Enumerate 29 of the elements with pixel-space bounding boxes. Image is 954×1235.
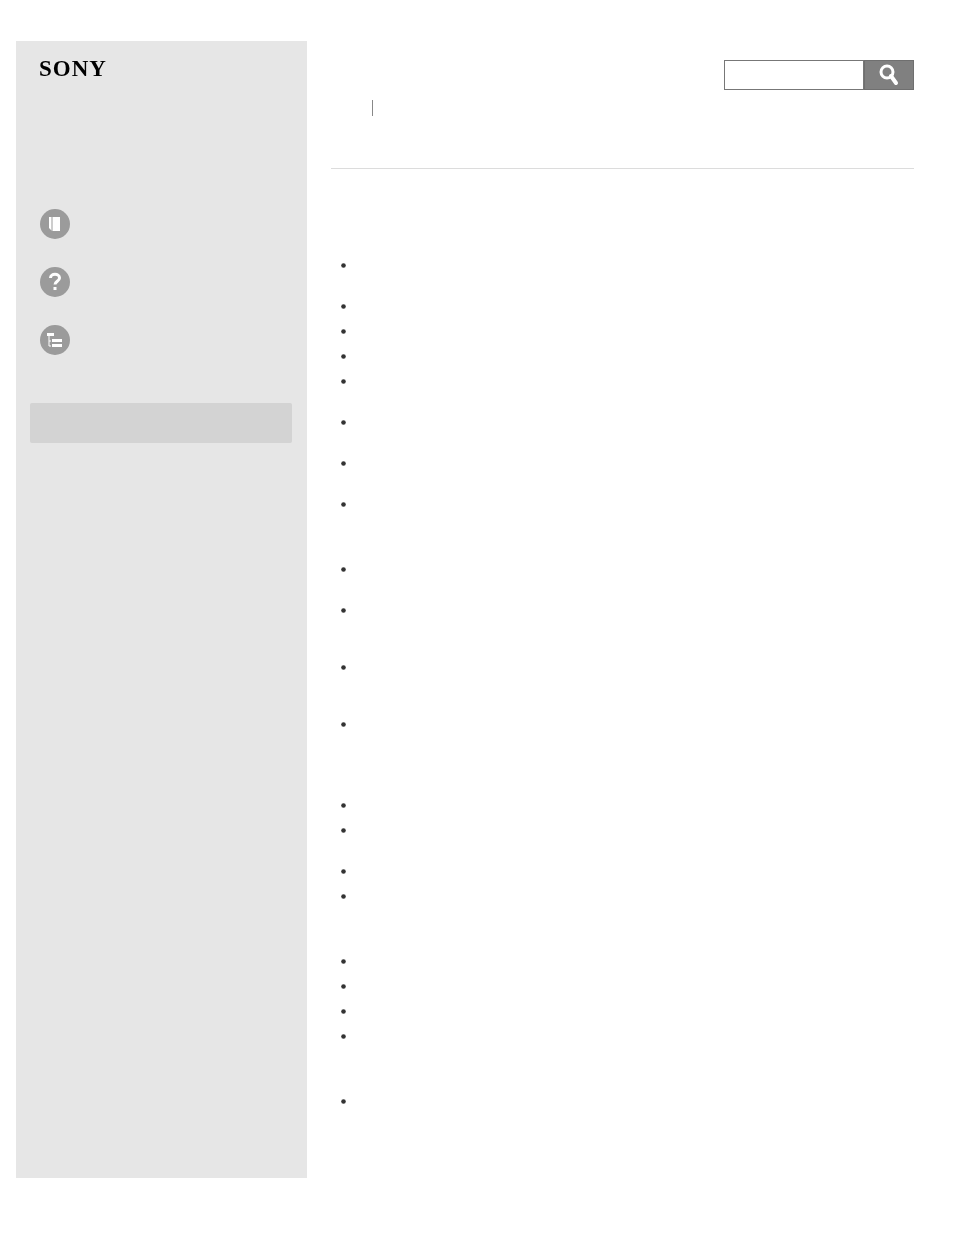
bullet-icon (341, 984, 346, 989)
bullet-icon (341, 329, 346, 334)
tree-icon[interactable] (40, 325, 70, 355)
search-button[interactable] (864, 60, 914, 90)
bullet-icon (341, 263, 346, 268)
search-field[interactable] (724, 60, 864, 90)
bullet-icon (341, 894, 346, 899)
bullet-icon (341, 869, 346, 874)
bullet-icon (341, 665, 346, 670)
bullet-icon (341, 803, 346, 808)
logo[interactable]: SONY (39, 57, 107, 81)
help-icon[interactable] (40, 267, 70, 297)
bullet-icon (341, 722, 346, 727)
bullet-icon (341, 304, 346, 309)
bullet-icon (341, 959, 346, 964)
bullet-icon (341, 461, 346, 466)
bullet-icon (341, 502, 346, 507)
bullet-icon (341, 1099, 346, 1104)
bullet-icon (341, 379, 346, 384)
book-icon[interactable] (40, 209, 70, 239)
search-icon (879, 64, 899, 86)
bullet-icon (341, 420, 346, 425)
breadcrumb-separator (372, 100, 373, 116)
bullet-icon (341, 608, 346, 613)
bullet-icon (341, 828, 346, 833)
bullet-icon (341, 1034, 346, 1039)
bullet-icon (341, 1009, 346, 1014)
bullet-icon (341, 567, 346, 572)
bullet-icon (341, 354, 346, 359)
